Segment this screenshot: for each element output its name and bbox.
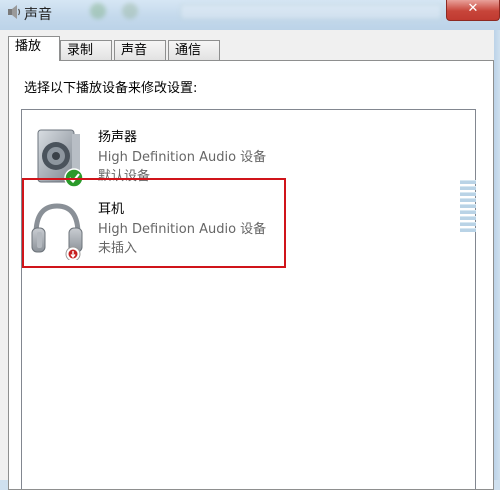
tab-playback[interactable]: 播放 (8, 36, 60, 61)
background-window-strip (70, 0, 442, 22)
device-name: 扬声器 (98, 130, 138, 145)
tab-communications[interactable]: 通信 (168, 40, 220, 60)
tab-recording[interactable]: 录制 (60, 40, 112, 60)
device-list[interactable]: 扬声器 High Definition Audio 设备 默认设备 耳机 Hig… (21, 109, 476, 489)
title-bar[interactable]: 声音 (0, 0, 500, 30)
highlight-box (22, 178, 286, 268)
device-description: High Definition Audio 设备 (98, 150, 267, 165)
playback-panel: 选择以下播放设备来修改设置: 扬声器 High Definition Audio… (8, 60, 494, 490)
speaker-icon (8, 5, 21, 19)
close-button[interactable] (446, 0, 500, 21)
window-border (494, 30, 500, 480)
window-title: 声音 (24, 7, 52, 23)
instruction-text: 选择以下播放设备来修改设置: (24, 81, 198, 96)
volume-level-meter (460, 180, 476, 232)
tab-sounds[interactable]: 声音 (114, 40, 166, 60)
